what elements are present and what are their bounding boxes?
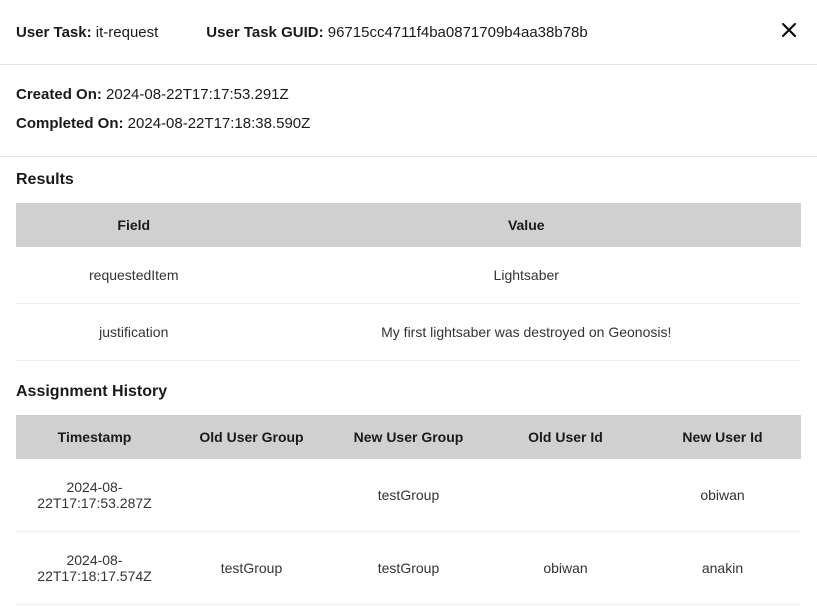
history-new-group-cell: testGroup <box>330 532 487 605</box>
completed-on-field: Completed On: 2024-08-22T17:18:38.590Z <box>16 110 801 139</box>
results-title: Results <box>16 171 801 189</box>
table-row: 2024-08-22T17:18:17.574Z testGroup testG… <box>16 532 801 605</box>
header-row: User Task: it-request User Task GUID: 96… <box>0 0 817 65</box>
close-button[interactable] <box>777 18 801 46</box>
history-header-timestamp: Timestamp <box>16 415 173 459</box>
history-old-user-cell <box>487 459 644 532</box>
meta-section: Created On: 2024-08-22T17:17:53.291Z Com… <box>0 65 817 157</box>
user-task-label: User Task: <box>16 24 92 41</box>
user-task-guid-field: User Task GUID: 96715cc4711f4ba0871709b4… <box>206 24 587 41</box>
table-row: 2024-08-22T17:17:53.287Z testGroup obiwa… <box>16 459 801 532</box>
history-header-row: Timestamp Old User Group New User Group … <box>16 415 801 459</box>
history-timestamp-cell: 2024-08-22T17:18:17.574Z <box>16 532 173 605</box>
table-row: requestedItem Lightsaber <box>16 247 801 304</box>
created-on-field: Created On: 2024-08-22T17:17:53.291Z <box>16 81 801 110</box>
user-task-guid-value: 96715cc4711f4ba0871709b4aa38b78b <box>328 24 588 41</box>
results-field-cell: requestedItem <box>16 247 252 304</box>
history-header-new-group: New User Group <box>330 415 487 459</box>
history-old-group-cell: testGroup <box>173 532 330 605</box>
history-section: Assignment History Timestamp Old User Gr… <box>0 369 817 613</box>
created-on-label: Created On: <box>16 86 102 103</box>
history-old-user-cell: obiwan <box>487 532 644 605</box>
created-on-value: 2024-08-22T17:17:53.291Z <box>106 86 289 103</box>
history-header-old-group: Old User Group <box>173 415 330 459</box>
results-header-field: Field <box>16 203 252 247</box>
results-header-row: Field Value <box>16 203 801 247</box>
history-old-group-cell <box>173 459 330 532</box>
results-table: Field Value requestedItem Lightsaber jus… <box>16 203 801 361</box>
history-new-user-cell: anakin <box>644 532 801 605</box>
completed-on-value: 2024-08-22T17:18:38.590Z <box>128 115 311 132</box>
results-header-value: Value <box>252 203 802 247</box>
user-task-guid-label: User Task GUID: <box>206 24 323 41</box>
history-title: Assignment History <box>16 383 801 401</box>
table-row: justification My first lightsaber was de… <box>16 304 801 361</box>
results-value-cell: Lightsaber <box>252 247 802 304</box>
results-value-cell: My first lightsaber was destroyed on Geo… <box>252 304 802 361</box>
history-header-old-user: Old User Id <box>487 415 644 459</box>
user-task-value: it-request <box>96 24 159 41</box>
history-timestamp-cell: 2024-08-22T17:17:53.287Z <box>16 459 173 532</box>
history-table: Timestamp Old User Group New User Group … <box>16 415 801 605</box>
user-task-field: User Task: it-request <box>16 24 158 41</box>
completed-on-label: Completed On: <box>16 115 124 132</box>
history-new-group-cell: testGroup <box>330 459 487 532</box>
history-new-user-cell: obiwan <box>644 459 801 532</box>
results-field-cell: justification <box>16 304 252 361</box>
header-left: User Task: it-request User Task GUID: 96… <box>16 24 588 41</box>
close-icon <box>781 22 797 38</box>
history-header-new-user: New User Id <box>644 415 801 459</box>
results-section: Results Field Value requestedItem Lights… <box>0 157 817 369</box>
